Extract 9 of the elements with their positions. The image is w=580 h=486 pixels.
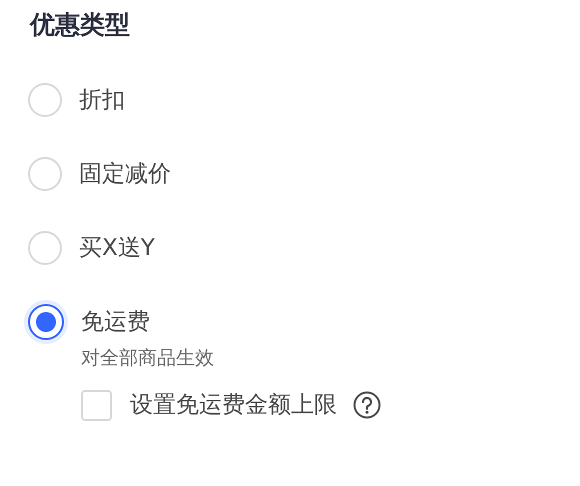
radio-label: 买X送Y bbox=[79, 234, 155, 263]
checkbox[interactable] bbox=[81, 390, 112, 420]
radio-label: 折扣 bbox=[79, 86, 125, 115]
checkbox-label: 设置免运费金额上限 bbox=[130, 390, 337, 420]
radio-label: 固定减价 bbox=[79, 160, 171, 189]
section-title: 优惠类型 bbox=[28, 9, 131, 41]
help-icon[interactable] bbox=[353, 391, 381, 419]
option-description: 对全部商品生效 bbox=[81, 346, 215, 371]
radio-label: 免运费 bbox=[81, 308, 150, 337]
